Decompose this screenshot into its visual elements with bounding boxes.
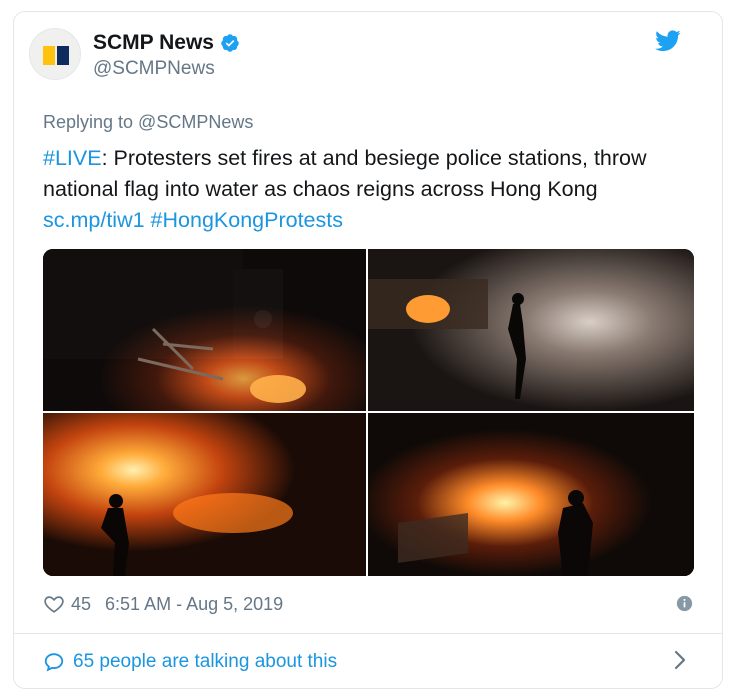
tweet-text: #LIVE: Protesters set fires at and besie…: [43, 143, 703, 236]
timestamp[interactable]: 6:51 AM - Aug 5, 2019: [105, 594, 283, 615]
article-link[interactable]: sc.mp/tiw1: [43, 208, 145, 232]
conversation-count: 65 people are talking about this: [73, 651, 338, 672]
photo-3[interactable]: [43, 413, 366, 576]
like-count[interactable]: 45: [71, 594, 91, 615]
verified-badge-icon: [221, 34, 239, 52]
tweet-body: : Protesters set fires at and besiege po…: [43, 146, 647, 201]
info-icon[interactable]: [676, 595, 693, 612]
account-name-row[interactable]: SCMP News: [93, 30, 240, 56]
photo-grid: [43, 249, 694, 576]
avatar-logo-yellow: [43, 46, 55, 65]
account-handle[interactable]: @SCMPNews: [93, 58, 215, 80]
tweet-meta: 45 6:51 AM - Aug 5, 2019: [43, 592, 693, 616]
account-name[interactable]: SCMP News: [93, 31, 214, 55]
hashtag-live-link[interactable]: #LIVE: [43, 146, 102, 170]
avatar[interactable]: [29, 28, 81, 80]
footer-divider: [14, 633, 722, 634]
chevron-right-icon[interactable]: [673, 649, 687, 671]
conversation-link[interactable]: 65 people are talking about this: [43, 649, 337, 675]
photo-2[interactable]: [368, 249, 694, 411]
speech-bubble-icon: [44, 653, 64, 672]
avatar-logo-navy: [57, 46, 69, 65]
photo-4[interactable]: [368, 413, 694, 576]
photo-1[interactable]: [43, 249, 366, 411]
heart-icon[interactable]: [43, 593, 65, 615]
tweet-header: SCMP News @SCMPNews: [29, 28, 681, 84]
replying-to: Replying to @SCMPNews: [43, 112, 254, 132]
hashtag-topic-link[interactable]: #HongKongProtests: [151, 208, 343, 232]
twitter-bird-icon[interactable]: [655, 30, 681, 52]
